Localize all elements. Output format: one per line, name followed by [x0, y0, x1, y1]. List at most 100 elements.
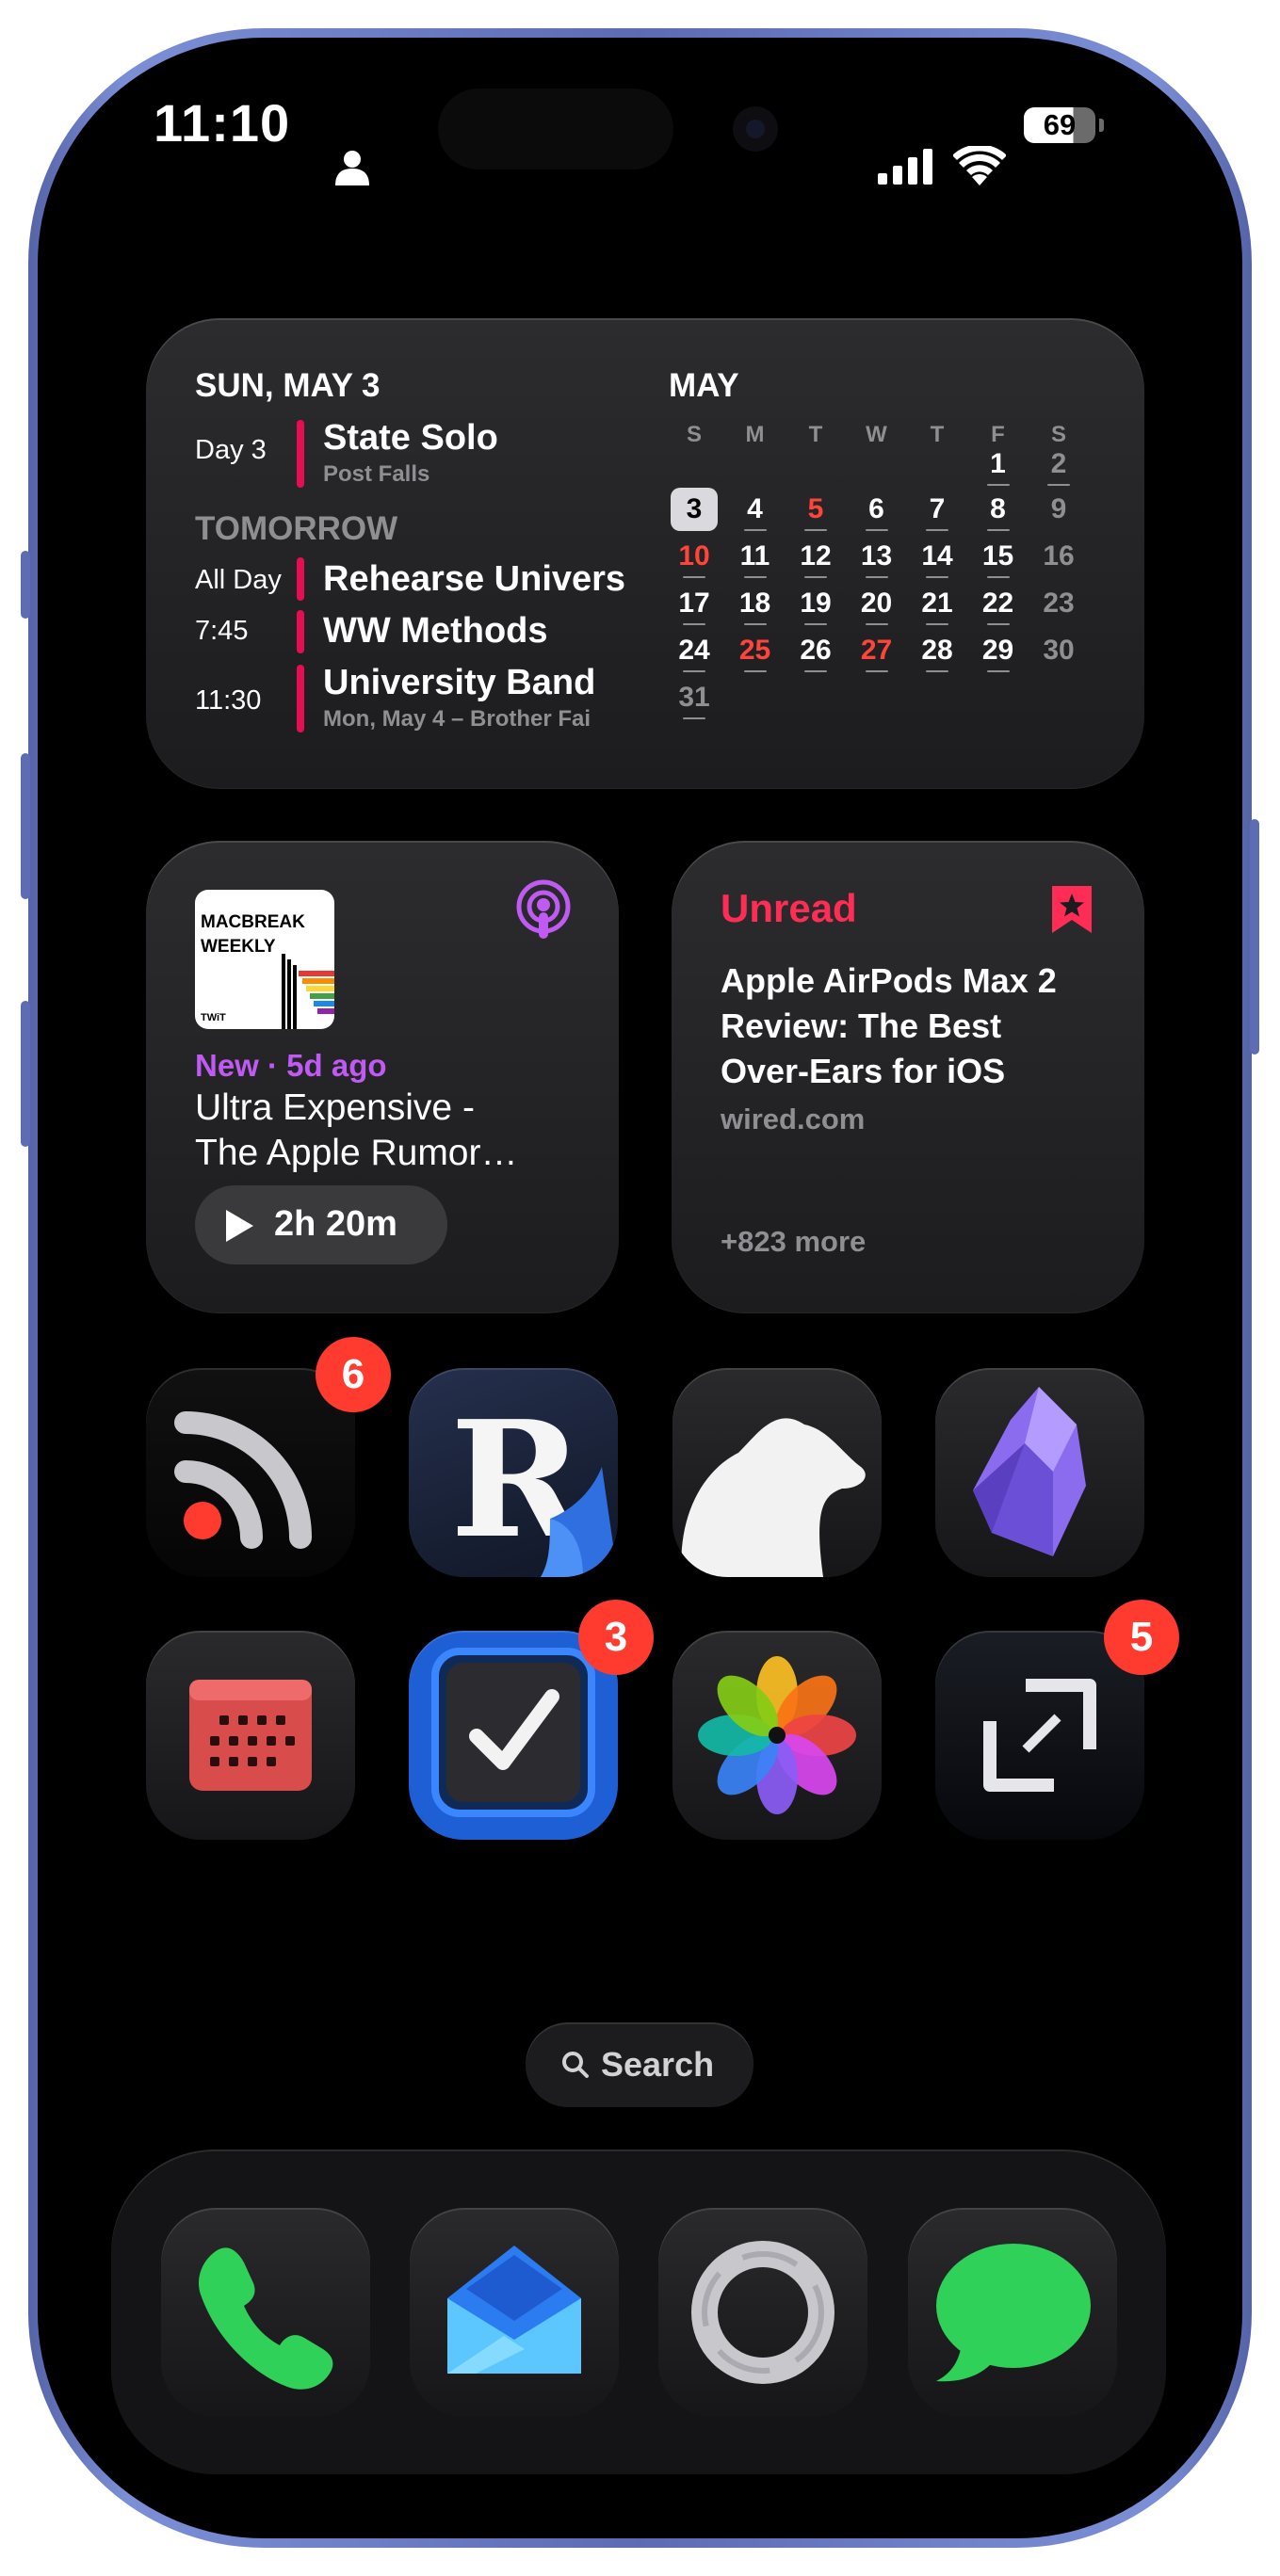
calendar-day[interactable]: 20: [853, 582, 900, 625]
wifi-icon: [953, 146, 1006, 185]
read-later-widget[interactable]: Unread Apple AirPods Max 2 Review: The B…: [672, 841, 1144, 1313]
badge-count: 3: [604, 1614, 628, 1660]
calendar-day[interactable]: 2: [1035, 443, 1082, 486]
calendar-day[interactable]: 7: [914, 488, 961, 531]
event-time: 11:30: [195, 685, 262, 716]
calendar-app[interactable]: [146, 1631, 355, 1840]
event-title: University Band: [323, 663, 596, 702]
event-subtitle: Mon, May 4 – Brother Fai: [323, 706, 591, 732]
phone-app[interactable]: [161, 2208, 370, 2417]
calendar-day[interactable]: 8: [975, 488, 1022, 531]
messages-app[interactable]: [908, 2208, 1117, 2417]
phone-icon: [198, 2247, 333, 2390]
person-icon: [335, 151, 369, 185]
weekday-label: W: [866, 422, 887, 447]
today-header: SUN, MAY 3: [195, 367, 381, 404]
calendar-day[interactable]: 24: [671, 629, 718, 672]
calendar-day[interactable]: 15: [975, 535, 1022, 578]
beeper-app[interactable]: [658, 2208, 867, 2417]
calendar-day[interactable]: 25: [732, 629, 779, 672]
episode-title-line2: The Apple Rumor…: [195, 1133, 518, 1173]
battery-indicator: 69: [1024, 107, 1095, 143]
weekday-label: M: [745, 422, 765, 447]
podcast-widget[interactable]: MACBREAK WEEKLY TWiT New · 5d ago Ultra …: [146, 841, 619, 1313]
episode-duration: 2h 20m: [274, 1204, 397, 1244]
event-color-bar: [297, 665, 304, 733]
calendar-widget[interactable]: SUN, MAY 3 Day 3 State Solo Post Falls T…: [146, 318, 1144, 789]
camera-dot: [733, 106, 778, 152]
calendar-day[interactable]: 31: [671, 676, 718, 719]
article-title-line3: Over-Ears for iOS: [721, 1052, 1006, 1090]
event-color-bar: [297, 420, 304, 488]
play-icon: [226, 1210, 253, 1242]
calendar-day[interactable]: 26: [792, 629, 839, 672]
notification-badge: 6: [316, 1337, 391, 1412]
spark-mail-app[interactable]: [410, 2208, 619, 2417]
rss-icon: [174, 1411, 312, 1549]
rss-reader-app[interactable]: [146, 1368, 355, 1577]
calendar-day[interactable]: 21: [914, 582, 961, 625]
battery-level: 69: [1043, 108, 1077, 141]
event-time: Day 3: [195, 435, 267, 465]
weekday-label: T: [808, 422, 823, 447]
event-time: 7:45: [195, 616, 249, 646]
calendar-day[interactable]: 19: [792, 582, 839, 625]
calendar-day[interactable]: 28: [914, 629, 961, 672]
checkbox-check-icon: [431, 1648, 595, 1817]
reeder-app[interactable]: R: [409, 1368, 618, 1577]
status-time: 11:10: [154, 92, 290, 153]
calendar-day[interactable]: 4: [732, 488, 779, 531]
calendar-day[interactable]: 17: [671, 582, 718, 625]
calendar-day[interactable]: 11: [732, 535, 779, 578]
calendar-day[interactable]: 16: [1035, 535, 1082, 578]
calendar-day[interactable]: 29: [975, 629, 1022, 672]
calendar-day[interactable]: 23: [1035, 582, 1082, 625]
calendar-day[interactable]: 13: [853, 535, 900, 578]
photos-flower-icon: [698, 1656, 856, 1814]
calendar-day[interactable]: 18: [732, 582, 779, 625]
cellular-signal-icon: [878, 149, 932, 185]
podcasts-icon: [516, 879, 571, 939]
calendar-day[interactable]: 5: [792, 488, 839, 531]
calendar-day[interactable]: 3: [671, 488, 718, 531]
play-button[interactable]: 2h 20m: [195, 1185, 447, 1264]
tasks-app[interactable]: [409, 1631, 618, 1840]
battery-tip: [1099, 119, 1104, 132]
event-title: WW Methods: [323, 611, 548, 651]
obsidian-app[interactable]: [935, 1368, 1144, 1577]
bear-icon: [681, 1418, 866, 1577]
photos-app[interactable]: [672, 1631, 882, 1840]
event-title: State Solo: [323, 418, 498, 458]
calendar-day[interactable]: 12: [792, 535, 839, 578]
bookmark-star-icon: [1052, 886, 1092, 933]
calendar-day[interactable]: 14: [914, 535, 961, 578]
time-text: 11:10: [154, 93, 291, 153]
badge-count: 5: [1129, 1614, 1154, 1660]
artwork-stripes: [282, 954, 334, 1029]
calendar-day[interactable]: 30: [1035, 629, 1082, 672]
calendar-day[interactable]: 10: [671, 535, 718, 578]
calendar-grid-icon: [189, 1680, 312, 1791]
artwork-brand: TWiT: [201, 1012, 226, 1023]
episode-title-line1: Ultra Expensive -: [195, 1087, 475, 1128]
search-label: Search: [601, 2045, 715, 2084]
article-source: wired.com: [721, 1103, 866, 1135]
calendar-day[interactable]: 9: [1035, 488, 1082, 531]
search-button[interactable]: Search: [526, 2022, 753, 2107]
event-color-bar: [297, 557, 304, 601]
action-button: [21, 551, 30, 619]
article-title-line2: Review: The Best: [721, 1006, 1002, 1045]
calendar-day[interactable]: 22: [975, 582, 1022, 625]
reeder-r-icon: R: [450, 1386, 618, 1577]
month-grid: S M T W T F S 1 2 3 4 5 6 7 8 9 10 11 12 13 14 15 16 17 18 19 20 21…: [671, 318, 1104, 789]
notification-badge: 5: [1104, 1600, 1179, 1675]
podcast-artwork: MACBREAK WEEKLY TWiT: [195, 890, 334, 1029]
tomorrow-header: TOMORROW: [195, 510, 398, 547]
calendar-day[interactable]: 27: [853, 629, 900, 672]
unread-heading: Unread: [721, 886, 857, 930]
episode-status: New · 5d ago: [195, 1048, 387, 1083]
calendar-day[interactable]: 6: [853, 488, 900, 531]
bear-app[interactable]: [672, 1368, 882, 1577]
event-color-bar: [297, 610, 304, 653]
calendar-day[interactable]: 1: [975, 443, 1022, 486]
